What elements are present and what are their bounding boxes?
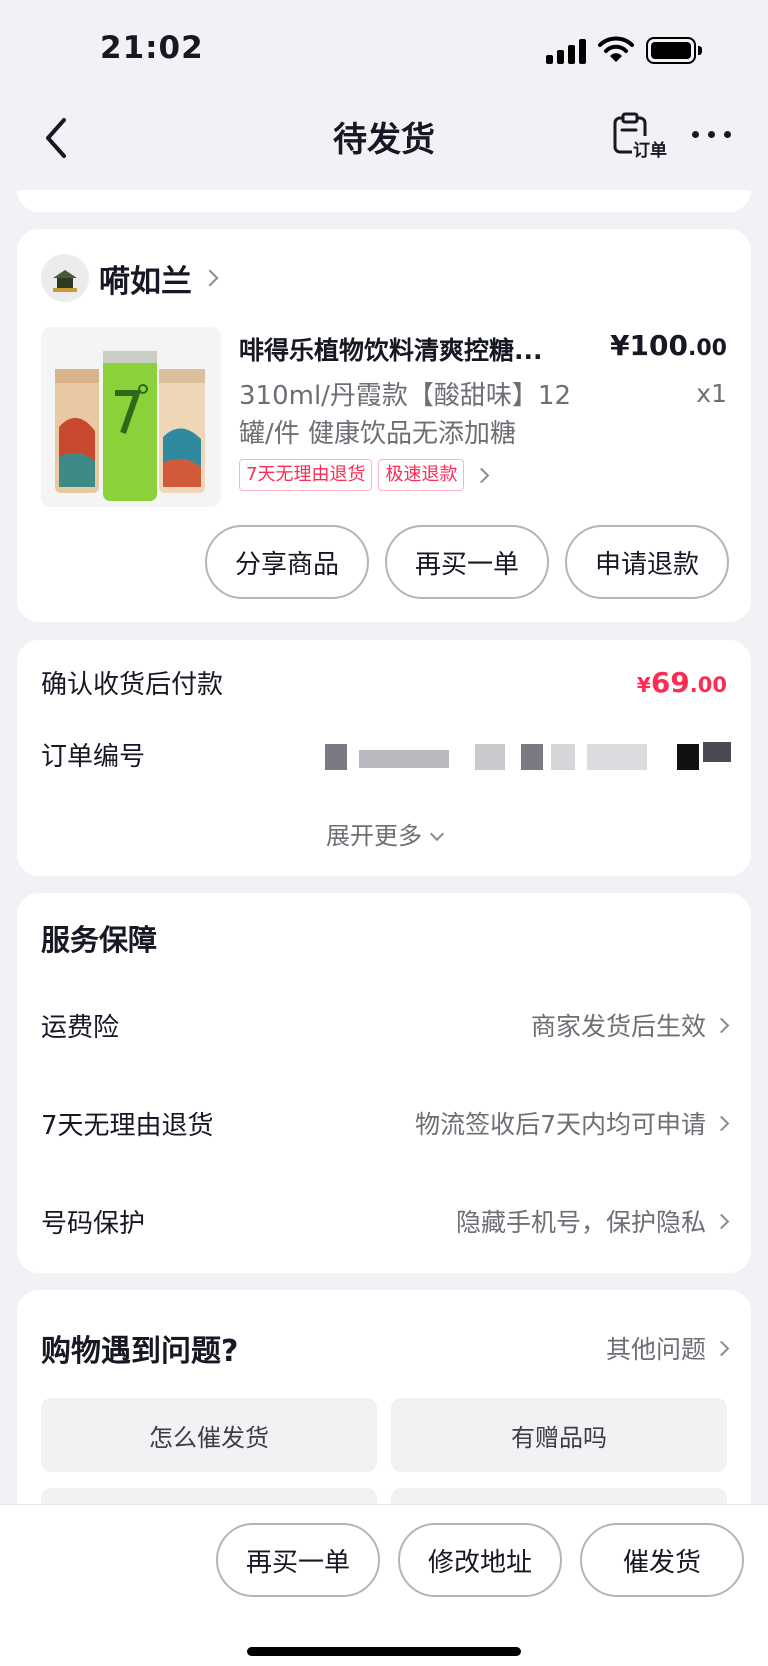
bottom-action-bar: 再买一单 修改地址 催发货 (0, 1504, 768, 1666)
service-row-number-protection[interactable]: 号码保护 隐藏手机号，保护隐私 (41, 1201, 730, 1241)
other-questions-link[interactable]: 其他问题 (605, 1330, 730, 1366)
expand-more-label: 展开更多 (326, 822, 422, 850)
product-title[interactable]: 啡得乐植物饮料清爽控糖... (239, 331, 577, 367)
service-name: 运费险 (41, 1012, 120, 1043)
help-card: 购物遇到问题? 其他问题 怎么催发货 有赠品吗 (17, 1290, 751, 1562)
service-desc-wrap: 物流签收后7天内均可申请 (415, 1105, 730, 1141)
order-button[interactable]: 订单 (612, 112, 672, 162)
expand-more-button[interactable]: 展开更多 (17, 816, 751, 851)
order-number-label: 订单编号 (41, 742, 146, 772)
shop-avatar (41, 254, 89, 302)
chevron-right-icon (713, 1213, 730, 1229)
service-desc: 物流签收后7天内均可申请 (415, 1110, 706, 1139)
status-time: 21:02 (100, 30, 204, 66)
service-row-7day-return[interactable]: 7天无理由退货 物流签收后7天内均可申请 (41, 1103, 730, 1143)
product-card: 嗬如兰 啡得乐植物饮料清爽控糖... ¥100.00 310ml/丹霞款【酸甜味… (17, 229, 751, 622)
payment-card: 确认收货后付款 ¥69.00 订单编号 展开更多 (17, 640, 751, 876)
chevron-right-icon (713, 1115, 730, 1131)
urge-shipping-button[interactable]: 催发货 (580, 1523, 744, 1597)
payment-amount: ¥69.00 (636, 666, 727, 699)
more-icon[interactable] (690, 122, 732, 146)
tag-fast-refund: 极速退款 (378, 459, 465, 491)
shop-row[interactable]: 嗬如兰 (41, 253, 219, 303)
service-desc-wrap: 商家发货后生效 (530, 1007, 730, 1043)
payment-label: 确认收货后付款 (41, 670, 224, 700)
order-number-redacted (325, 740, 735, 776)
tag-return-7days: 7天无理由退货 (239, 459, 373, 491)
order-label: 订单 (632, 136, 668, 161)
service-desc-wrap: 隐藏手机号，保护隐私 (455, 1203, 730, 1239)
share-product-button[interactable]: 分享商品 (205, 525, 369, 599)
product-tags[interactable]: 7天无理由退货 极速退款 (239, 459, 490, 491)
product-quantity: x1 (696, 379, 727, 408)
service-title: 服务保障 (41, 923, 158, 957)
product-image[interactable] (41, 327, 221, 507)
nav-bar: 待发货 订单 (0, 100, 768, 190)
chevron-right-icon (713, 1017, 730, 1033)
service-name: 号码保护 (41, 1208, 146, 1239)
service-desc: 商家发货后生效 (530, 1012, 706, 1041)
request-refund-button[interactable]: 申请退款 (565, 525, 729, 599)
shop-name: 嗬如兰 (99, 263, 192, 300)
status-bar: 21:02 (0, 0, 768, 100)
service-row-shipping-insurance[interactable]: 运费险 商家发货后生效 (41, 1005, 730, 1045)
chevron-down-icon (429, 826, 445, 842)
battery-icon (646, 37, 702, 64)
modify-address-button[interactable]: 修改地址 (398, 1523, 562, 1597)
question-gifts[interactable]: 有赠品吗 (391, 1398, 727, 1472)
buy-again-button[interactable]: 再买一单 (216, 1523, 380, 1597)
question-how-to-urge[interactable]: 怎么催发货 (41, 1398, 377, 1472)
chevron-right-icon (713, 1340, 730, 1356)
service-desc: 隐藏手机号，保护隐私 (455, 1208, 706, 1237)
service-name: 7天无理由退货 (41, 1110, 214, 1141)
wifi-icon (598, 36, 634, 62)
product-spec: 310ml/丹霞款【酸甜味】12罐/件 健康饮品无添加糖 (239, 381, 572, 449)
chevron-right-icon (474, 467, 490, 483)
other-questions-label: 其他问题 (605, 1335, 706, 1364)
chevron-right-icon (201, 269, 219, 287)
product-price: ¥100.00 (610, 329, 727, 362)
home-indicator (247, 1647, 521, 1656)
help-title: 购物遇到问题? (41, 1334, 239, 1369)
product-actions: 分享商品 再买一单 申请退款 (189, 525, 729, 599)
signal-icon (546, 38, 586, 64)
buy-again-button[interactable]: 再买一单 (385, 525, 549, 599)
service-guarantee-card: 服务保障 运费险 商家发货后生效 7天无理由退货 物流签收后7天内均可申请 号码… (17, 893, 751, 1273)
previous-card-edge (17, 190, 751, 212)
